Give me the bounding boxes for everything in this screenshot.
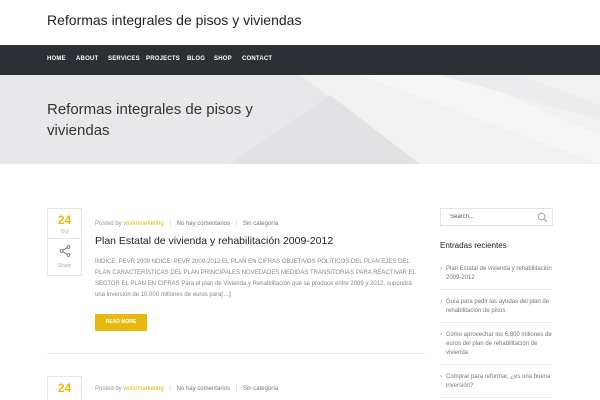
nav-item-blog[interactable]: BLOG xyxy=(187,56,205,62)
share-button[interactable]: Share xyxy=(48,239,81,275)
post-comments-link[interactable]: No hay comentarios xyxy=(177,221,230,227)
post-category-link[interactable]: Sin categoría xyxy=(243,221,278,227)
post-date-day: 24 xyxy=(57,213,72,227)
recent-post-link[interactable]: Plan Estatal de vivienda y rehabilitació… xyxy=(440,259,553,290)
recent-posts-title: Entradas recientes xyxy=(440,241,507,250)
nav-item-contact[interactable]: CONTACT xyxy=(242,56,272,62)
recent-post-link[interactable]: Comprar para reformar, ¿es una buena inv… xyxy=(440,365,553,398)
page-title: Reformas integrales de pisos y viviendas xyxy=(47,101,253,139)
post-category-link[interactable]: Sin categoría xyxy=(243,386,278,392)
meta-separator: | xyxy=(169,221,171,227)
main-nav: HOME ABOUT SERVICES PROJECTS BLOG SHOP C… xyxy=(0,45,600,75)
meta-separator: | xyxy=(235,386,238,392)
search-box xyxy=(440,208,553,226)
post-comments-link[interactable]: No hay comentarios xyxy=(177,386,230,392)
post-title-link[interactable]: Plan Estatal de vivienda y rehabilitació… xyxy=(95,235,333,247)
read-more-button[interactable]: READ MORE xyxy=(95,314,147,331)
site-title[interactable]: Reformas integrales de pisos y viviendas xyxy=(47,12,301,28)
posted-by-label: Posted by xyxy=(95,386,122,392)
post-date-box: 24 Oct Share xyxy=(47,208,82,276)
post-meta: Posted by workimarketing | No hay coment… xyxy=(95,386,278,392)
recent-posts-list: Plan Estatal de vivienda y rehabilitació… xyxy=(440,259,553,398)
post-divider xyxy=(47,353,425,354)
nav-item-services[interactable]: SERVICES xyxy=(108,56,140,62)
post-date-month: Oct xyxy=(48,229,81,239)
nav-item-about[interactable]: ABOUT xyxy=(76,56,98,62)
meta-separator: | xyxy=(235,221,238,227)
post-date-day: 24 xyxy=(57,381,72,395)
share-icon[interactable] xyxy=(59,245,71,257)
search-input[interactable] xyxy=(441,209,531,225)
recent-post-link[interactable]: Guía para pedir las ayudas del plan de r… xyxy=(440,290,553,323)
meta-separator: | xyxy=(169,386,171,392)
nav-item-shop[interactable]: SHOP xyxy=(214,56,232,62)
site-header: Reformas integrales de pisos y viviendas xyxy=(0,0,600,45)
recent-post-link[interactable]: Cómo aprovechar los 6.800 millones de eu… xyxy=(440,323,553,365)
post-author-link[interactable]: workimarketing xyxy=(123,221,163,227)
nav-item-home[interactable]: HOME xyxy=(47,56,66,62)
post-excerpt: ÍNDICE: PEVR 2009 NDICE: PEVR 2009-2012 … xyxy=(95,259,416,298)
post-date-box: 24 xyxy=(47,376,82,400)
page-hero: Reformas integrales de pisos y viviendas xyxy=(0,75,600,164)
share-label: Share xyxy=(57,263,72,269)
search-icon[interactable] xyxy=(537,212,548,223)
posted-by-label: Posted by xyxy=(95,221,122,227)
post-author-link[interactable]: workimarketing xyxy=(123,386,163,392)
post-meta: Posted by workimarketing | No hay coment… xyxy=(95,221,278,227)
nav-item-projects[interactable]: PROJECTS xyxy=(146,56,180,62)
